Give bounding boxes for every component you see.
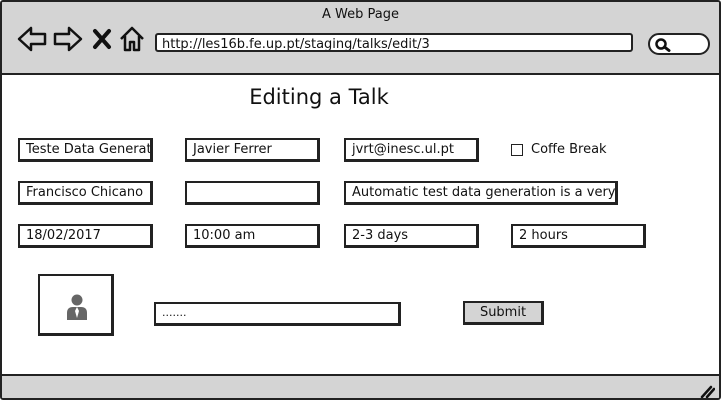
back-arrow-icon[interactable]	[16, 24, 48, 54]
browser-search-field[interactable]	[648, 33, 710, 55]
duration-days-input[interactable]: 2-3 days	[344, 224, 479, 248]
user-icon	[67, 294, 87, 320]
date-input[interactable]: 18/02/2017	[18, 224, 153, 248]
photo-file-input[interactable]: .......	[154, 302, 401, 326]
home-icon[interactable]	[118, 24, 146, 54]
page-title: Editing a Talk	[249, 85, 389, 109]
talk-title-input[interactable]: Teste Data Generation	[18, 138, 153, 162]
window-title: A Web Page	[322, 7, 399, 22]
resize-grip-icon[interactable]	[699, 384, 715, 398]
talk-description-input[interactable]: Automatic test data generation is a very…	[344, 181, 618, 205]
close-x-icon[interactable]	[90, 24, 114, 54]
speaker-email-input[interactable]: jvrt@inesc.ul.pt	[344, 138, 479, 162]
moderator-name-input[interactable]: Francisco Chicano	[18, 181, 153, 205]
coffee-break-label: Coffe Break	[531, 142, 607, 157]
address-bar[interactable]: http://les16b.fe.up.pt/staging/talks/edi…	[155, 33, 633, 52]
time-input[interactable]: 10:00 am	[185, 224, 320, 248]
empty-input[interactable]	[185, 181, 320, 205]
browser-window: A Web Page http://les16b.fe.up.pt/stagin…	[0, 0, 721, 400]
coffee-break-checkbox[interactable]	[511, 144, 523, 156]
speaker-photo[interactable]	[38, 274, 114, 336]
duration-hours-input[interactable]: 2 hours	[511, 224, 646, 248]
status-bar	[2, 374, 719, 398]
browser-toolbar: A Web Page http://les16b.fe.up.pt/stagin…	[2, 2, 719, 75]
forward-arrow-icon[interactable]	[52, 24, 84, 54]
speaker-name-input[interactable]: Javier Ferrer	[185, 138, 320, 162]
search-icon	[655, 38, 671, 52]
submit-button[interactable]: Submit	[463, 301, 544, 325]
